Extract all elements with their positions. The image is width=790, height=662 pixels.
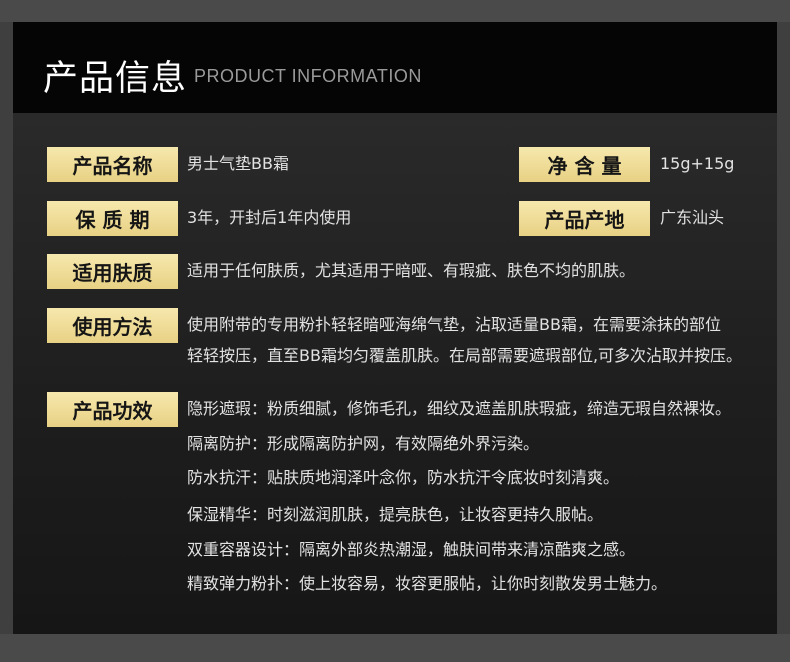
effect-item: 隐形遮瑕：粉质细腻，修饰毛孔，细纹及遮盖肌肤瑕疵，缔造无瑕自然裸妆。: [187, 399, 732, 418]
label-origin: 产品产地: [519, 201, 650, 236]
label-product-name: 产品名称: [47, 147, 178, 182]
info-panel: 产品名称 男士气垫BB霜 净 含 量 15g+15g 保 质 期 3年，开封后1…: [13, 113, 777, 634]
bottom-border: [0, 634, 790, 662]
effect-item: 防水抗汗：贴肤质地润泽叶念你，防水抗汗令底妆时刻清爽。: [187, 468, 620, 487]
top-border: [0, 0, 790, 22]
page-subtitle: PRODUCT INFORMATION: [194, 66, 422, 86]
effect-item: 保湿精华：时刻滋润肌肤，提亮肤色，让妆容更持久服帖。: [187, 505, 604, 524]
effect-item: 精致弹力粉扑：使上妆容易，妆容更服帖，让你时刻散发男士魅力。: [187, 574, 668, 593]
value-usage-line-2: 轻轻按压，直至BB霜均匀覆盖肌肤。在局部需要遮瑕部位,可多次沾取并按压。: [187, 346, 743, 365]
value-shelf-life: 3年，开封后1年内使用: [187, 208, 352, 227]
label-net-content: 净 含 量: [519, 147, 650, 182]
label-usage: 使用方法: [47, 308, 178, 343]
label-shelf-life: 保 质 期: [47, 201, 178, 236]
header-bar: 产品信息 PRODUCT INFORMATION: [13, 22, 777, 113]
effect-item: 双重容器设计：隔离外部炎热潮湿，触肤间带来清凉酷爽之感。: [187, 540, 636, 559]
value-origin: 广东汕头: [660, 208, 725, 227]
page-title: 产品信息: [43, 59, 188, 99]
value-product-name: 男士气垫BB霜: [187, 154, 289, 173]
label-effects: 产品功效: [47, 392, 178, 427]
value-skin-type: 适用于任何肤质，尤其适用于暗哑、有瑕疵、肤色不均的肌肤。: [187, 261, 636, 280]
label-skin-type: 适用肤质: [47, 254, 178, 289]
effect-item: 隔离防护：形成隔离防护网，有效隔绝外界污染。: [187, 434, 540, 453]
value-usage-line-1: 使用附带的专用粉扑轻轻暗哑海绵气垫，沾取适量BB霜，在需要涂抹的部位: [187, 315, 721, 334]
value-net-content: 15g+15g: [660, 154, 735, 173]
product-info-page: 产品信息 PRODUCT INFORMATION 产品名称 男士气垫BB霜 净 …: [0, 0, 790, 662]
